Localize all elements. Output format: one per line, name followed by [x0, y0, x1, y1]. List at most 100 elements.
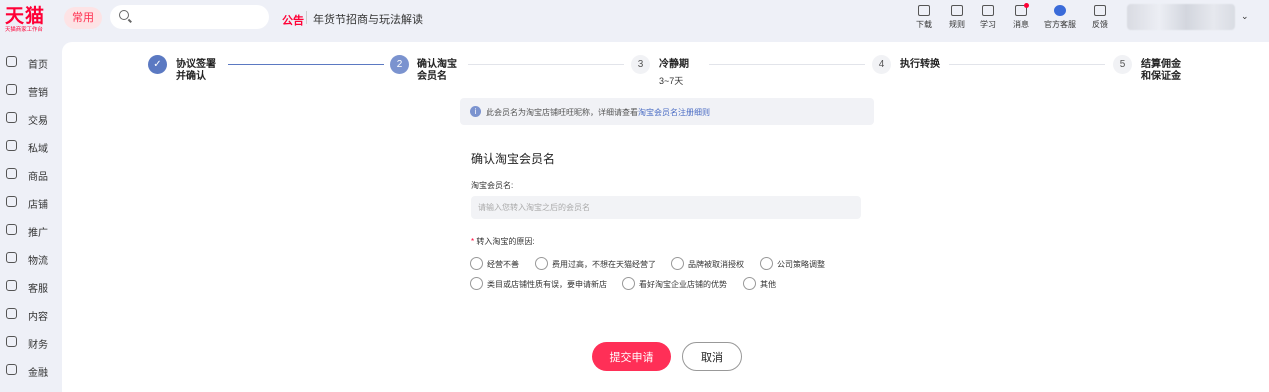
radio-label: 看好淘宝企业店铺的优势: [639, 280, 727, 289]
radio-circle[interactable]: [622, 277, 635, 290]
sidebar-item-label: 私域: [28, 144, 48, 155]
download-icon: [918, 5, 930, 16]
step-1-title: 协议签署 并确认: [176, 59, 216, 83]
radio-label: 品牌被取消授权: [688, 260, 744, 269]
radio-circle[interactable]: [470, 277, 483, 290]
sidebar-item-home[interactable]: 首页: [0, 48, 62, 76]
radio-circle[interactable]: [760, 257, 773, 270]
sidebar-item-finance[interactable]: 财务: [0, 328, 62, 356]
step-5-number: 5: [1113, 55, 1132, 74]
step-2-title: 确认淘宝 会员名: [417, 59, 457, 83]
cancel-button[interactable]: 取消: [682, 342, 742, 371]
sidebar-item-label: 客服: [28, 284, 48, 295]
chevron-down-icon[interactable]: ⌄: [1241, 11, 1249, 22]
sidebar-item-customer-service[interactable]: 客服: [0, 272, 62, 300]
step-3-number: 3: [631, 55, 650, 74]
tool-label: 下载: [916, 20, 932, 29]
sidebar-item-content[interactable]: 内容: [0, 300, 62, 328]
radio-label: 公司策略调整: [777, 260, 825, 269]
customer-service-icon: [6, 280, 17, 291]
info-message: 此会员名为淘宝店铺旺旺昵称，详细请查看: [486, 108, 638, 117]
sidebar-item-logistics[interactable]: 物流: [0, 244, 62, 272]
step-connector: [468, 64, 624, 65]
common-button[interactable]: 常用: [64, 7, 102, 29]
sidebar-item-label: 物流: [28, 256, 48, 267]
sidebar-item-label: 商品: [28, 172, 48, 183]
tool-label: 学习: [980, 20, 996, 29]
radio-label: 类目或店铺性质有误，要申请新店: [487, 280, 607, 289]
logo-text: 天猫: [5, 5, 46, 27]
notice-divider: [306, 11, 307, 24]
message-icon: [1015, 3, 1029, 16]
notice-tag: 公告: [282, 15, 304, 27]
store-icon: [6, 196, 17, 207]
sidebar: 首页 营销 交易 私域 商品 店铺 推广 物流 客服 内容 财务 金融: [0, 48, 62, 384]
radio-label: 其他: [760, 280, 776, 289]
tool-label: 官方客服: [1044, 20, 1076, 29]
step-5-title: 结算佣金 和保证金: [1141, 59, 1181, 83]
member-name-input[interactable]: [471, 196, 861, 219]
banking-icon: [6, 364, 17, 375]
rules-icon: [951, 5, 963, 16]
content-icon: [6, 308, 17, 319]
promotion-icon: [6, 224, 17, 235]
sidebar-item-label: 金融: [28, 368, 48, 379]
rules-link[interactable]: 淘宝会员名注册细则: [638, 108, 710, 117]
main-panel: ✓ 协议签署 并确认 2 确认淘宝 会员名 3 冷静期 3~7天 4 执行转换 …: [62, 42, 1269, 392]
marketing-icon: [6, 84, 17, 95]
sidebar-item-banking[interactable]: 金融: [0, 356, 62, 384]
notice-link[interactable]: 年货节招商与玩法解读: [313, 11, 423, 27]
step-4-title: 执行转换: [900, 59, 940, 70]
step-title-line: 确认淘宝: [417, 59, 457, 70]
step-connector: [709, 64, 865, 65]
unread-dot: [1024, 3, 1029, 8]
step-1-check-icon: ✓: [148, 55, 167, 74]
step-title-line: 协议签署: [176, 59, 216, 70]
required-mark: *: [471, 237, 475, 246]
logo-subtitle: 天猫商家工作台: [5, 27, 43, 33]
tool-label: 反馈: [1092, 20, 1108, 29]
radio-circle[interactable]: [470, 257, 483, 270]
tool-label: 消息: [1013, 20, 1029, 29]
sidebar-item-marketing[interactable]: 营销: [0, 76, 62, 104]
home-icon: [6, 56, 17, 67]
submit-button[interactable]: 提交申请: [592, 342, 671, 371]
step-connector: [228, 64, 384, 65]
tool-message[interactable]: 消息: [1003, 3, 1039, 30]
sidebar-item-trade[interactable]: 交易: [0, 104, 62, 132]
radio-circle[interactable]: [743, 277, 756, 290]
tool-download[interactable]: 下载: [906, 4, 942, 30]
sidebar-item-goods[interactable]: 商品: [0, 160, 62, 188]
top-bar: 天猫 天猫商家工作台 常用 公告 年货节招商与玩法解读 下载 规则 学习 消息 …: [0, 0, 1269, 38]
tool-learn[interactable]: 学习: [970, 4, 1006, 30]
tool-official-service[interactable]: 官方客服: [1038, 4, 1082, 30]
sidebar-item-label: 店铺: [28, 200, 48, 211]
private-domain-icon: [6, 140, 17, 151]
search-icon: [119, 10, 129, 20]
tool-feedback[interactable]: 反馈: [1082, 4, 1118, 30]
learn-icon: [982, 5, 994, 16]
sidebar-item-store[interactable]: 店铺: [0, 188, 62, 216]
trade-icon: [6, 112, 17, 123]
tmall-logo[interactable]: 天猫 天猫商家工作台: [5, 6, 55, 34]
search-box[interactable]: [110, 5, 269, 29]
sidebar-item-label: 推广: [28, 228, 48, 239]
sidebar-item-promotion[interactable]: 推广: [0, 216, 62, 244]
step-title-line: 结算佣金: [1141, 59, 1181, 70]
step-3-subtitle: 3~7天: [659, 76, 684, 86]
user-avatar-blurred[interactable]: [1127, 4, 1235, 30]
member-name-label: 淘宝会员名:: [471, 181, 514, 190]
sidebar-item-label: 首页: [28, 60, 48, 71]
sidebar-item-private-domain[interactable]: 私域: [0, 132, 62, 160]
reason-label-text: 转入淘宝的原因:: [476, 237, 535, 246]
info-text: 此会员名为淘宝店铺旺旺昵称，详细请查看淘宝会员名注册细则: [486, 107, 710, 118]
goods-icon: [6, 168, 17, 179]
step-4-number: 4: [872, 55, 891, 74]
step-title-line: 会员名: [417, 71, 447, 82]
radio-circle[interactable]: [671, 257, 684, 270]
step-2-number: 2: [390, 55, 409, 74]
radio-circle[interactable]: [535, 257, 548, 270]
feedback-icon: [1094, 5, 1106, 16]
radio-label: 费用过高，不想在天猫经营了: [552, 260, 656, 269]
official-service-icon: [1054, 5, 1066, 16]
